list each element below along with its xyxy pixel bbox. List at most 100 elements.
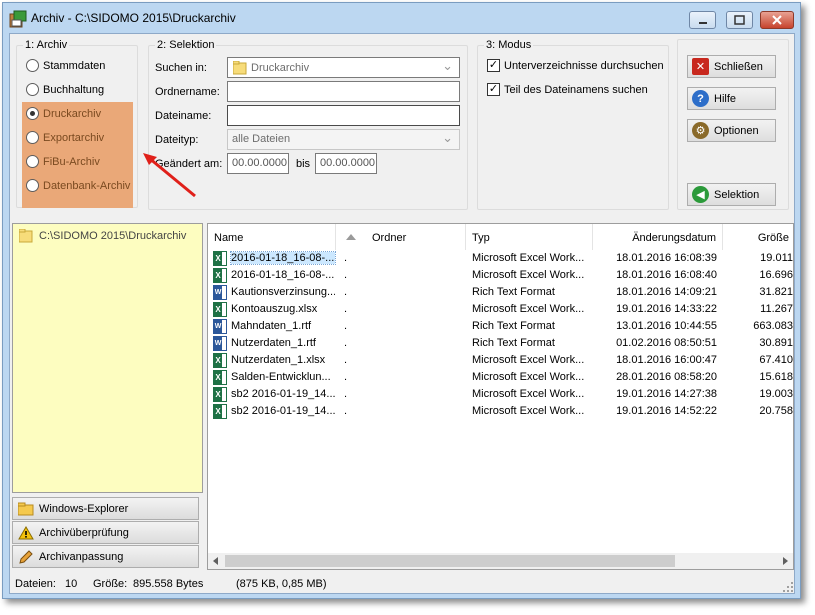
folder-icon xyxy=(233,61,247,75)
column-header-ordner[interactable]: Ordner xyxy=(336,224,466,250)
table-row[interactable]: 2016-01-18_16-08-.... Microsoft Excel Wor… xyxy=(208,267,793,284)
radio-stammdaten[interactable]: Stammdaten xyxy=(26,59,105,72)
hilfe-label: Hilfe xyxy=(714,92,737,105)
radio-circle-icon xyxy=(26,155,39,168)
suchen-in-select[interactable]: Druckarchiv xyxy=(227,57,460,78)
radio-circle-icon xyxy=(26,59,39,72)
cell-ordner: . xyxy=(344,371,348,383)
optionen-button[interactable]: ⚙ Optionen xyxy=(687,119,776,142)
ordnername-label: Ordnername: xyxy=(155,86,220,98)
column-header-datum[interactable]: Änderungsdatum xyxy=(593,224,723,250)
scroll-left-icon[interactable] xyxy=(211,556,221,566)
ordnername-input[interactable] xyxy=(227,81,460,102)
excel-document-icon xyxy=(213,302,227,317)
dateityp-label: Dateityp: xyxy=(155,134,199,146)
radio-fibu-archiv[interactable]: FiBu-Archiv xyxy=(26,155,100,168)
modus-group-title: 3: Modus xyxy=(484,39,534,51)
date-from-input[interactable]: 00.00.0000 xyxy=(227,153,289,174)
archivueberpruefung-button[interactable]: Archivüberprüfung xyxy=(12,521,199,544)
selektion-button[interactable]: ◀ Selektion xyxy=(687,183,776,206)
title-bar[interactable]: Archiv - C:\SIDOMO 2015\Druckarchiv xyxy=(3,3,800,33)
table-row[interactable]: Kautionsverzinsung..... Rich Text Format 1… xyxy=(208,284,793,301)
selektion-group-title: 2: Selektion xyxy=(155,39,217,51)
windows-explorer-button[interactable]: Windows-Explorer xyxy=(12,497,199,520)
table-row[interactable]: sb2 2016-01-19_14.... Microsoft Excel Wor… xyxy=(208,403,793,420)
cell-ordner: . xyxy=(344,405,348,417)
radio-label: Exportarchiv xyxy=(43,131,105,144)
table-row[interactable]: sb2 2016-01-19_14.... Microsoft Excel Wor… xyxy=(208,386,793,403)
cell-groesse: 19.003 xyxy=(759,388,793,400)
column-header-name[interactable]: Name xyxy=(208,224,336,250)
cell-name: Salden-Entwicklun... xyxy=(231,371,331,383)
schliessen-label: Schließen xyxy=(714,60,763,73)
close-button[interactable] xyxy=(760,11,794,29)
checkbox-unterverzeichnisse[interactable]: ✓ Unterverzeichnisse durchsuchen xyxy=(487,59,664,72)
minimize-icon xyxy=(699,22,707,24)
cell-ordner: . xyxy=(344,388,348,400)
excel-document-icon xyxy=(213,404,227,419)
table-row[interactable]: Nutzerdaten_1.xlsx. Microsoft Excel Work.… xyxy=(208,352,793,369)
cell-typ: Rich Text Format xyxy=(472,286,555,298)
suchen-in-label: Suchen in: xyxy=(155,62,207,74)
archivanpassung-button[interactable]: Archivanpassung xyxy=(12,545,199,568)
radio-selected-icon xyxy=(26,107,39,120)
resize-grip-icon[interactable] xyxy=(782,581,794,593)
date-to-input[interactable]: 00.00.0000 xyxy=(315,153,377,174)
file-list[interactable]: Name Ordner Typ Änderungsdatum Größe 201… xyxy=(207,223,794,570)
radio-circle-icon xyxy=(26,83,39,96)
radio-label: Druckarchiv xyxy=(43,107,102,120)
radio-label: Stammdaten xyxy=(43,59,106,72)
dateityp-select[interactable]: alle Dateien xyxy=(227,129,460,150)
radio-exportarchiv[interactable]: Exportarchiv xyxy=(26,131,104,144)
cell-typ: Microsoft Excel Work... xyxy=(472,388,585,400)
cell-datum: 18.01.2016 16:08:40 xyxy=(616,269,717,281)
cell-datum: 28.01.2016 08:58:20 xyxy=(616,371,717,383)
cell-ordner: . xyxy=(344,252,348,264)
table-row[interactable]: Mahndaten_1.rtf. Rich Text Format 13.01.20… xyxy=(208,318,793,335)
scroll-right-icon[interactable] xyxy=(780,556,790,566)
close-x-icon: ✕ xyxy=(692,58,709,75)
help-icon: ? xyxy=(692,90,709,107)
archive-app-icon xyxy=(9,10,27,28)
window-title: Archiv - C:\SIDOMO 2015\Druckarchiv xyxy=(31,11,236,25)
excel-document-icon xyxy=(213,370,227,385)
horizontal-scrollbar[interactable] xyxy=(208,553,793,569)
cell-name: sb2 2016-01-19_14... xyxy=(231,405,335,417)
table-row[interactable]: 2016-01-18_16-08-.... Microsoft Excel Wor… xyxy=(208,250,793,267)
table-row[interactable]: Kontoauszug.xlsx. Microsoft Excel Work...… xyxy=(208,301,793,318)
word-document-icon xyxy=(213,336,227,351)
status-dateien-label: Dateien: xyxy=(15,578,56,590)
pencil-icon xyxy=(19,549,33,564)
excel-document-icon xyxy=(213,353,227,368)
cell-name: Kautionsverzinsung.... xyxy=(231,286,335,298)
cell-groesse: 31.821 xyxy=(759,286,793,298)
radio-druckarchiv[interactable]: Druckarchiv xyxy=(26,107,101,120)
cell-groesse: 20.758 xyxy=(759,405,793,417)
minimize-button[interactable] xyxy=(689,11,716,29)
header-label: Änderungsdatum xyxy=(632,232,716,244)
cell-typ: Rich Text Format xyxy=(472,320,555,332)
cell-datum: 13.01.2016 10:44:55 xyxy=(616,320,717,332)
column-header-groesse[interactable]: Größe xyxy=(723,224,793,250)
radio-buchhaltung[interactable]: Buchhaltung xyxy=(26,83,104,96)
cell-typ: Microsoft Excel Work... xyxy=(472,354,585,366)
cell-name: 2016-01-18_16-08-... xyxy=(231,269,335,281)
cell-name: Nutzerdaten_1.xlsx xyxy=(231,354,326,366)
maximize-button[interactable] xyxy=(726,11,753,29)
table-row[interactable]: Salden-Entwicklun.... Microsoft Excel Wor… xyxy=(208,369,793,386)
checkbox-teil-dateiname[interactable]: ✓ Teil des Dateinamens suchen xyxy=(487,83,648,96)
radio-datenbank-archiv[interactable]: Datenbank-Archiv xyxy=(26,179,130,192)
folder-tree[interactable]: C:\SIDOMO 2015\Druckarchiv xyxy=(12,223,203,493)
schliessen-button[interactable]: ✕ Schließen xyxy=(687,55,776,78)
word-document-icon xyxy=(213,285,227,300)
table-row[interactable]: Nutzerdaten_1.rtf. Rich Text Format 01.02.… xyxy=(208,335,793,352)
maximize-icon xyxy=(734,15,745,25)
hilfe-button[interactable]: ? Hilfe xyxy=(687,87,776,110)
dateiname-input[interactable] xyxy=(227,105,460,126)
tree-root-node[interactable]: C:\SIDOMO 2015\Druckarchiv xyxy=(39,230,186,242)
cell-groesse: 15.618 xyxy=(759,371,793,383)
column-header-typ[interactable]: Typ xyxy=(466,224,593,250)
bis-label: bis xyxy=(296,158,311,170)
cell-datum: 01.02.2016 08:50:51 xyxy=(616,337,717,349)
scrollbar-thumb[interactable] xyxy=(225,555,675,567)
